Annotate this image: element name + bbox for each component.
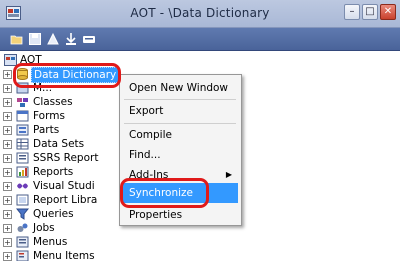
query-icon	[16, 208, 29, 220]
expand-toggle[interactable]: +	[3, 112, 12, 121]
tree-item-label: Report Libra	[33, 194, 98, 206]
title-bar[interactable]: AOT - \Data Dictionary – □ ✕	[0, 0, 400, 28]
visual-studio-icon	[17, 183, 28, 189]
expand-toggle[interactable]: +	[3, 252, 12, 261]
expand-toggle[interactable]: +	[3, 224, 12, 233]
menu-item-add-ins[interactable]: Add-Ins ▶	[122, 165, 238, 185]
expand-toggle[interactable]: +	[3, 98, 12, 107]
menu-item-find[interactable]: Find...	[122, 145, 238, 165]
aot-root-icon	[4, 54, 17, 66]
expand-toggle[interactable]: +	[3, 140, 12, 149]
save-icon[interactable]	[28, 32, 42, 46]
dataset-icon	[16, 138, 29, 150]
report-library-icon	[16, 194, 29, 206]
menu-item-label: Add-Ins	[129, 169, 169, 181]
menu-separator	[124, 99, 236, 100]
tree-root-label: AOT	[20, 54, 42, 66]
expand-toggle[interactable]: +	[3, 196, 12, 205]
menu-item-synchronize[interactable]: Synchronize	[122, 183, 238, 203]
context-menu: Open New Window Export Compile Find... A…	[119, 74, 242, 226]
tree-item-label: Menu Items	[33, 250, 95, 261]
menu-separator	[124, 123, 236, 124]
job-icon	[17, 223, 28, 232]
menu-item-compile[interactable]: Compile	[122, 125, 238, 145]
tree-item-label: Menus	[33, 236, 68, 248]
part-icon	[16, 124, 29, 136]
expand-toggle[interactable]: +	[3, 84, 12, 93]
properties-icon[interactable]	[82, 32, 96, 46]
tree-item-label: Classes	[33, 96, 73, 108]
expand-toggle[interactable]: +	[3, 126, 12, 135]
aot-window: AOT - \Data Dictionary – □ ✕ AOT + Data …	[0, 0, 400, 261]
expand-toggle[interactable]: +	[3, 168, 12, 177]
menu-icon	[16, 236, 29, 248]
menu-item-properties[interactable]: Properties	[122, 205, 238, 225]
tree-item-label: Queries	[33, 208, 74, 220]
folder-db-icon	[17, 68, 28, 80]
minimize-button[interactable]: –	[344, 4, 360, 20]
toolbar	[0, 28, 400, 51]
expand-toggle[interactable]: +	[3, 182, 12, 191]
menu-item-open-new-window[interactable]: Open New Window	[122, 78, 238, 98]
expand-toggle[interactable]: +	[3, 154, 12, 163]
tree-item-label: Parts	[33, 124, 60, 136]
expand-toggle[interactable]: +	[3, 210, 12, 219]
report-icon	[16, 166, 29, 178]
compile-icon[interactable]	[46, 32, 60, 46]
close-button[interactable]: ✕	[380, 4, 396, 20]
tree-item-label: Reports	[33, 166, 74, 178]
expand-toggle[interactable]: +	[3, 238, 12, 247]
maximize-button[interactable]: □	[362, 4, 378, 20]
class-icon	[17, 98, 28, 107]
menu-item-export[interactable]: Export	[122, 101, 238, 121]
menu-items-icon	[16, 250, 29, 261]
expand-toggle[interactable]: +	[3, 70, 12, 79]
tree-item-label: Jobs	[33, 222, 55, 234]
tree-item-label: M...	[33, 82, 53, 94]
form-icon	[16, 110, 29, 122]
open-folder-icon[interactable]	[10, 32, 24, 46]
tree-item-label: Visual Studi	[33, 180, 95, 192]
import-icon[interactable]	[64, 32, 78, 46]
tree-item-label: Forms	[33, 110, 65, 122]
tree-item-label: SSRS Report	[33, 152, 99, 164]
ssrs-report-icon	[16, 152, 29, 164]
macro-icon	[16, 82, 29, 94]
tree-item-label: Data Sets	[33, 138, 85, 150]
window-title: AOT - \Data Dictionary	[130, 6, 270, 20]
submenu-arrow-icon: ▶	[225, 170, 232, 179]
